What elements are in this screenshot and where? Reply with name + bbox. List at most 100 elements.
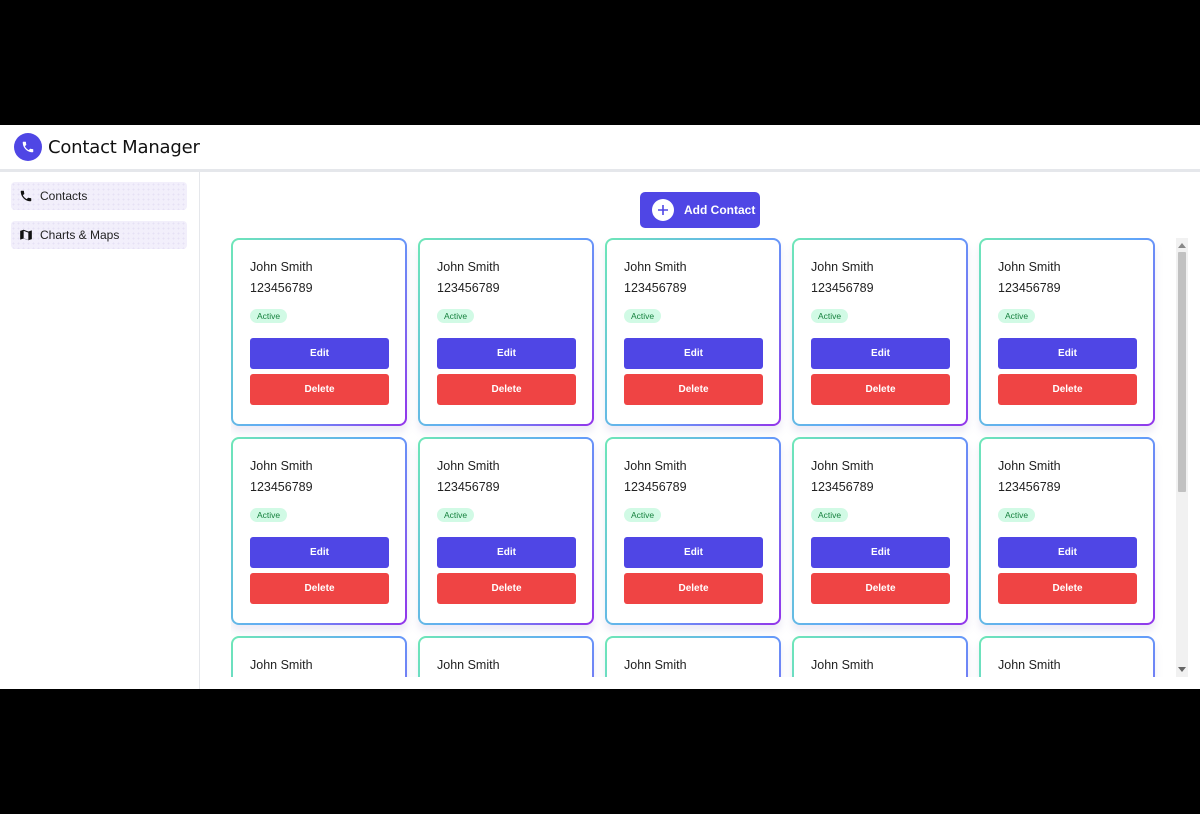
app-header: Contact Manager [0,125,1200,172]
app-window: Contact Manager Contacts Charts & Maps A… [0,125,1200,689]
contact-card-body: John Smith 123456789 Active Edit Delete [607,439,779,623]
add-contact-button[interactable]: Add Contact [640,192,760,228]
delete-button[interactable]: Delete [250,374,389,405]
app-title: Contact Manager [48,136,200,158]
status-badge: Active [998,309,1036,323]
contact-card: John Smith 123456789 Active Edit Delete [418,238,594,426]
status-badge: Active [998,508,1036,522]
contact-phone: 123456789 [624,281,687,295]
contact-phone: 123456789 [250,281,313,295]
contact-grid: John Smith 123456789 Active Edit Delete John … [231,238,1176,677]
contact-card-body: John Smith 123456789 Active Edit Delete [607,240,779,424]
contact-name: John Smith [624,260,687,274]
status-badge: Active [437,508,475,522]
contact-card: John Smith 123456789 Active Edit Delete [605,437,781,625]
contact-card: John Smith 123456789 Active Edit Delete [605,238,781,426]
contact-card: John Smith [231,636,407,677]
contact-card: John Smith 123456789 Active Edit Delete [979,238,1155,426]
delete-button[interactable]: Delete [437,573,576,604]
status-badge: Active [811,508,849,522]
contact-name: John Smith [811,459,874,473]
sidebar-item-charts-maps[interactable]: Charts & Maps [11,221,187,249]
delete-button[interactable]: Delete [998,374,1137,405]
vertical-scrollbar[interactable] [1176,238,1188,677]
delete-button[interactable]: Delete [998,573,1137,604]
delete-button[interactable]: Delete [250,573,389,604]
edit-button[interactable]: Edit [437,338,576,369]
contact-phone: 123456789 [250,480,313,494]
edit-button[interactable]: Edit [998,537,1137,568]
contact-card-body: John Smith [420,638,592,677]
main-content: Add Contact John Smith 123456789 Active Edi… [200,172,1200,689]
status-badge: Active [250,508,288,522]
contact-card-body: John Smith [794,638,966,677]
contact-card: John Smith [605,636,781,677]
sidebar: Contacts Charts & Maps [0,172,200,689]
contact-name: John Smith [811,260,874,274]
scrollbar-thumb[interactable] [1178,252,1186,492]
edit-button[interactable]: Edit [998,338,1137,369]
contact-name: John Smith [437,260,500,274]
contact-name: John Smith [437,459,500,473]
map-icon [18,227,34,243]
edit-button[interactable]: Edit [437,537,576,568]
status-badge: Active [437,309,475,323]
contact-name: John Smith [998,658,1061,672]
contact-name: John Smith [437,658,500,672]
contact-card: John Smith [792,636,968,677]
contact-name: John Smith [250,260,313,274]
contact-name: John Smith [624,658,687,672]
contact-phone: 123456789 [624,480,687,494]
contact-phone: 123456789 [811,281,874,295]
contact-name: John Smith [998,260,1061,274]
status-badge: Active [811,309,849,323]
contact-card: John Smith 123456789 Active Edit Delete [231,437,407,625]
contact-card: John Smith 123456789 Active Edit Delete [979,437,1155,625]
phone-icon [18,188,34,204]
delete-button[interactable]: Delete [624,573,763,604]
contact-card: John Smith [418,636,594,677]
contact-card-body: John Smith 123456789 Active Edit Delete [233,240,405,424]
contact-card: John Smith 123456789 Active Edit Delete [792,437,968,625]
sidebar-item-label: Charts & Maps [40,228,120,242]
scroll-down-icon[interactable] [1178,667,1186,672]
delete-button[interactable]: Delete [437,374,576,405]
contact-name: John Smith [624,459,687,473]
delete-button[interactable]: Delete [811,374,950,405]
contact-name: John Smith [250,658,313,672]
contact-card-body: John Smith 123456789 Active Edit Delete [794,439,966,623]
contact-phone: 123456789 [437,281,500,295]
status-badge: Active [624,309,662,323]
delete-button[interactable]: Delete [811,573,950,604]
contact-card-body: John Smith [233,638,405,677]
contact-card-body: John Smith [981,638,1153,677]
scroll-up-icon[interactable] [1178,243,1186,248]
contact-card: John Smith 123456789 Active Edit Delete [231,238,407,426]
sidebar-item-contacts[interactable]: Contacts [11,182,187,210]
edit-button[interactable]: Edit [624,338,763,369]
edit-button[interactable]: Edit [250,338,389,369]
contact-phone: 123456789 [437,480,500,494]
contact-card-body: John Smith 123456789 Active Edit Delete [981,439,1153,623]
contact-phone: 123456789 [811,480,874,494]
edit-button[interactable]: Edit [250,537,389,568]
delete-button[interactable]: Delete [624,374,763,405]
sidebar-item-label: Contacts [40,189,88,203]
status-badge: Active [250,309,288,323]
contact-card: John Smith 123456789 Active Edit Delete [418,437,594,625]
contact-card-body: John Smith 123456789 Active Edit Delete [233,439,405,623]
plus-circle-icon [652,199,674,221]
status-badge: Active [624,508,662,522]
edit-button[interactable]: Edit [624,537,763,568]
edit-button[interactable]: Edit [811,537,950,568]
phone-icon [14,133,42,161]
contact-phone: 123456789 [998,281,1061,295]
contact-card-body: John Smith 123456789 Active Edit Delete [420,439,592,623]
edit-button[interactable]: Edit [811,338,950,369]
contact-card: John Smith 123456789 Active Edit Delete [792,238,968,426]
contact-name: John Smith [811,658,874,672]
contact-card-body: John Smith 123456789 Active Edit Delete [981,240,1153,424]
add-contact-label: Add Contact [684,203,756,217]
contact-card: John Smith [979,636,1155,677]
contact-name: John Smith [250,459,313,473]
